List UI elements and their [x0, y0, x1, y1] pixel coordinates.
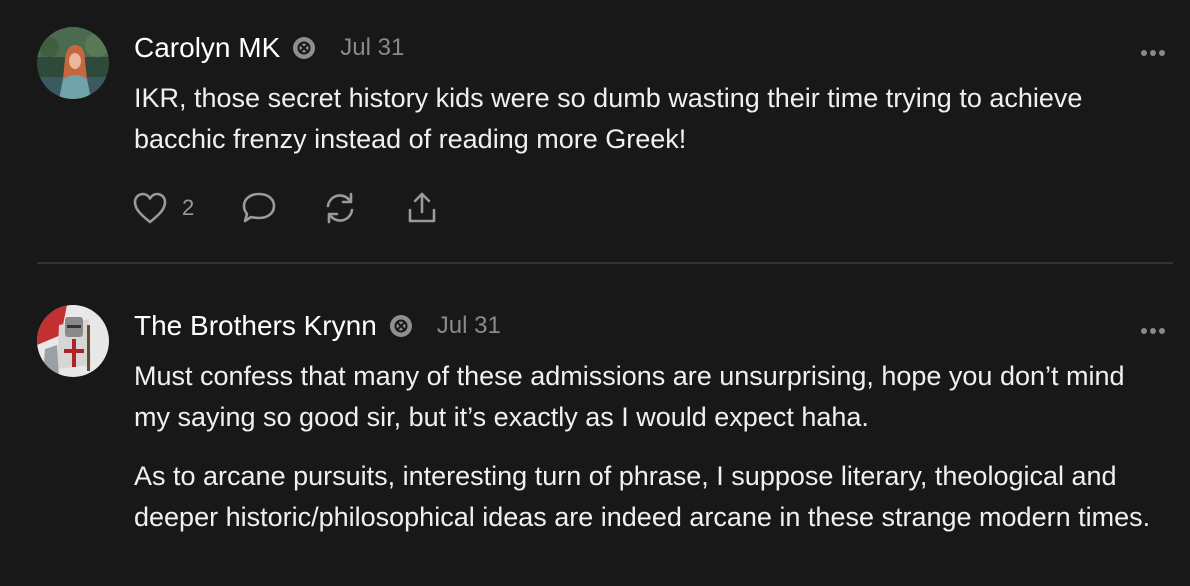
avatar[interactable] — [37, 305, 109, 377]
reply-button[interactable] — [240, 190, 278, 226]
comment-paragraph: Must confess that many of these admissio… — [134, 361, 1125, 432]
comment-body: IKR, those secret history kids were so d… — [134, 78, 1154, 160]
comment: Carolyn MK Jul 31 IKR, those secret hist… — [0, 0, 1190, 262]
author-name[interactable]: Carolyn MK — [134, 32, 280, 64]
more-options-icon[interactable] — [1140, 322, 1166, 334]
comment-header: The Brothers Krynn Jul 31 — [134, 308, 501, 344]
share-button[interactable] — [404, 190, 440, 226]
like-count: 2 — [182, 195, 195, 220]
author-name[interactable]: The Brothers Krynn — [134, 310, 377, 342]
restack-button[interactable] — [322, 190, 358, 226]
comment: The Brothers Krynn Jul 31 Must confess t… — [0, 264, 1190, 586]
comment-paragraph: IKR, those secret history kids were so d… — [134, 83, 1083, 154]
like-button[interactable]: 2 — [132, 191, 194, 225]
comment-bubble-icon — [240, 190, 278, 226]
share-icon — [404, 190, 440, 226]
subscriber-badge-icon — [389, 314, 413, 338]
more-options-icon[interactable] — [1140, 44, 1166, 56]
avatar[interactable] — [37, 27, 109, 99]
comment-header: Carolyn MK Jul 31 — [134, 30, 404, 66]
comment-date[interactable]: Jul 31 — [437, 312, 501, 340]
restack-icon — [322, 190, 358, 226]
comment-date[interactable]: Jul 31 — [340, 34, 404, 62]
comment-body: Must confess that many of these admissio… — [134, 356, 1154, 538]
subscriber-badge-icon — [292, 36, 316, 60]
heart-icon — [132, 191, 168, 225]
comment-actions: 2 — [132, 190, 440, 226]
comment-paragraph: As to arcane pursuits, interesting turn … — [134, 461, 1151, 532]
